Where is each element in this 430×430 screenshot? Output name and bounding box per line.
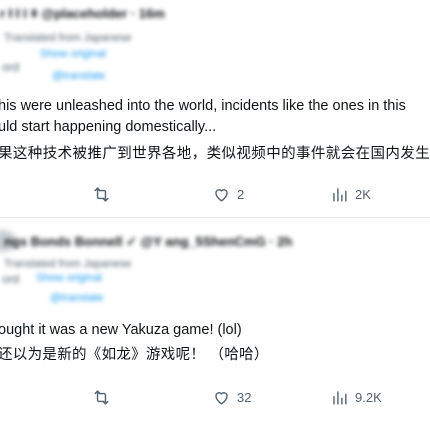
tweet-2-like-count: 32 bbox=[237, 390, 252, 405]
tweet-2-tag[interactable]: @translate bbox=[50, 292, 103, 304]
tweet-2-text-en: ought it was a new Yakuza game! (lol) bbox=[0, 322, 242, 338]
tweet-2[interactable]: ngs Bonds Bonnell ✓ @Y ang_5ShenCmG · 2h… bbox=[0, 218, 430, 430]
tweet-1-text-en-line1: his were unleashed into the world, incid… bbox=[0, 98, 406, 114]
retweet-icon bbox=[92, 388, 111, 407]
tweet-2-small-blur: ord bbox=[2, 272, 20, 286]
retweet-icon bbox=[92, 185, 111, 204]
like-icon bbox=[212, 388, 231, 407]
tweet-1-retweet-button[interactable] bbox=[92, 185, 117, 204]
like-icon bbox=[212, 185, 231, 204]
tweet-1-text-zh: 果这种技术被推广到世界各地，类似视频中的事件就会在国内发生。 bbox=[0, 146, 430, 162]
tweet-1-small-blur: ord bbox=[2, 60, 20, 74]
tweet-2-views-button[interactable]: 9.2K bbox=[330, 388, 382, 407]
tweet-2-actions: 32 9.2K bbox=[0, 388, 430, 412]
tweet-1-actions: 2 2K bbox=[0, 185, 430, 209]
tweet-1-views-count: 2K bbox=[355, 187, 371, 202]
tweet-2-translated-label: Translated from Japanese bbox=[4, 258, 132, 270]
tweet-1-views-button[interactable]: 2K bbox=[330, 185, 371, 204]
tweet-2-like-button[interactable]: 32 bbox=[212, 388, 251, 407]
tweet-1-like-count: 2 bbox=[237, 187, 245, 202]
views-icon bbox=[330, 185, 349, 204]
tweet-2-show-original[interactable]: Show original bbox=[36, 272, 102, 284]
tweet-1-tag[interactable]: @translate bbox=[52, 70, 105, 82]
views-icon bbox=[330, 388, 349, 407]
tweet-2-header: ngs Bonds Bonnell ✓ @Y ang_5ShenCmG · 2h bbox=[4, 234, 293, 249]
tweet-1-like-button[interactable]: 2 bbox=[212, 185, 244, 204]
tweet-1[interactable]: r ł ł I ǂ @placeholder · 16m Translated … bbox=[0, 0, 430, 218]
tweet-1-text-en-line2: uld start happening domestically... bbox=[0, 119, 217, 135]
tweet-2-views-count: 9.2K bbox=[355, 390, 382, 405]
tweet-2-text-zh: 还以为是新的《如龙》游戏呢！ （哈哈） bbox=[0, 347, 269, 363]
tweet-2-retweet-button[interactable] bbox=[92, 388, 117, 407]
tweet-1-header: r ł ł I ǂ @placeholder · 16m bbox=[0, 6, 165, 21]
tweet-1-show-original[interactable]: Show original bbox=[40, 48, 106, 60]
tweet-1-translated-label: Translated from Japanese bbox=[4, 32, 132, 44]
